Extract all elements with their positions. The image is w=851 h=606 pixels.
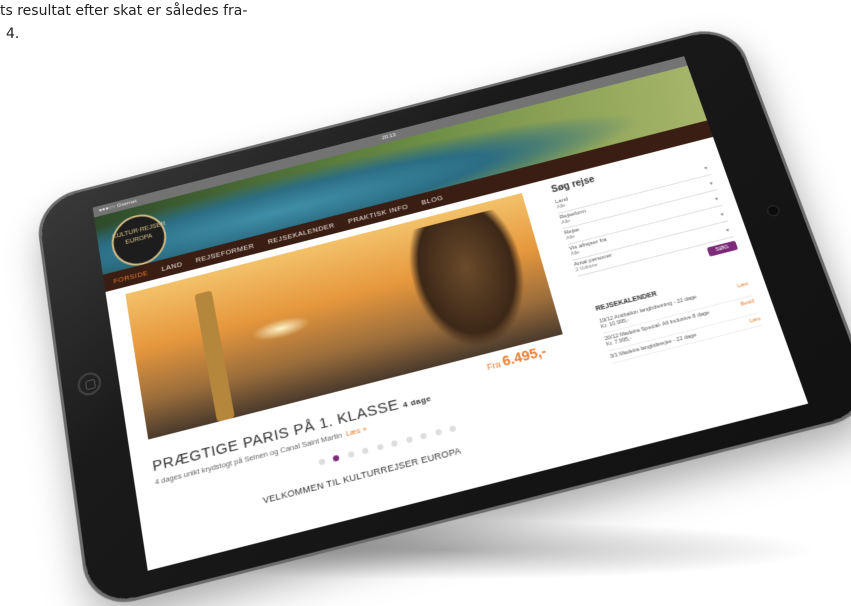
travel-calendar: REJSEKALENDER 19/12 Antibalion langbdson…	[595, 269, 763, 364]
ipad-device: ●●●○○ Gvernet 20:13 KULTUR·REJSER EUROPA…	[37, 25, 851, 606]
carousel-dot[interactable]	[434, 428, 443, 437]
search-button[interactable]: SØG	[706, 240, 739, 257]
tablet-screen: ●●●○○ Gvernet 20:13 KULTUR·REJSER EUROPA…	[92, 56, 809, 571]
carousel-dot[interactable]	[347, 450, 355, 459]
carousel-dot[interactable]	[405, 436, 413, 444]
carousel-dot[interactable]	[361, 447, 370, 455]
carousel-dot[interactable]	[318, 458, 326, 466]
price-prefix: Fra	[485, 359, 502, 373]
nav-item-blog[interactable]: BLOG	[420, 189, 446, 211]
camera-icon	[765, 203, 782, 218]
read-more-link[interactable]: Læs »	[345, 424, 368, 438]
duration-label: 4 dage	[401, 393, 433, 410]
bronze-statue	[401, 206, 541, 358]
home-button[interactable]	[76, 370, 103, 398]
document-line: ts resultat efter skat er således fra-	[0, 3, 248, 19]
carousel-dot[interactable]	[376, 443, 384, 451]
column-statue	[194, 290, 235, 423]
sun-glare	[250, 312, 312, 345]
nav-item-land[interactable]: LAND	[160, 256, 184, 278]
carousel-dot[interactable]	[420, 432, 428, 440]
carousel-dot[interactable]	[390, 439, 399, 448]
calendar-row-action[interactable]: Læs	[749, 316, 762, 324]
carousel-dot[interactable]	[449, 425, 457, 433]
tablet-wrapper: ●●●○○ Gvernet 20:13 KULTUR·REJSER EUROPA…	[10, 25, 851, 606]
carousel-dot-active[interactable]	[332, 454, 341, 462]
